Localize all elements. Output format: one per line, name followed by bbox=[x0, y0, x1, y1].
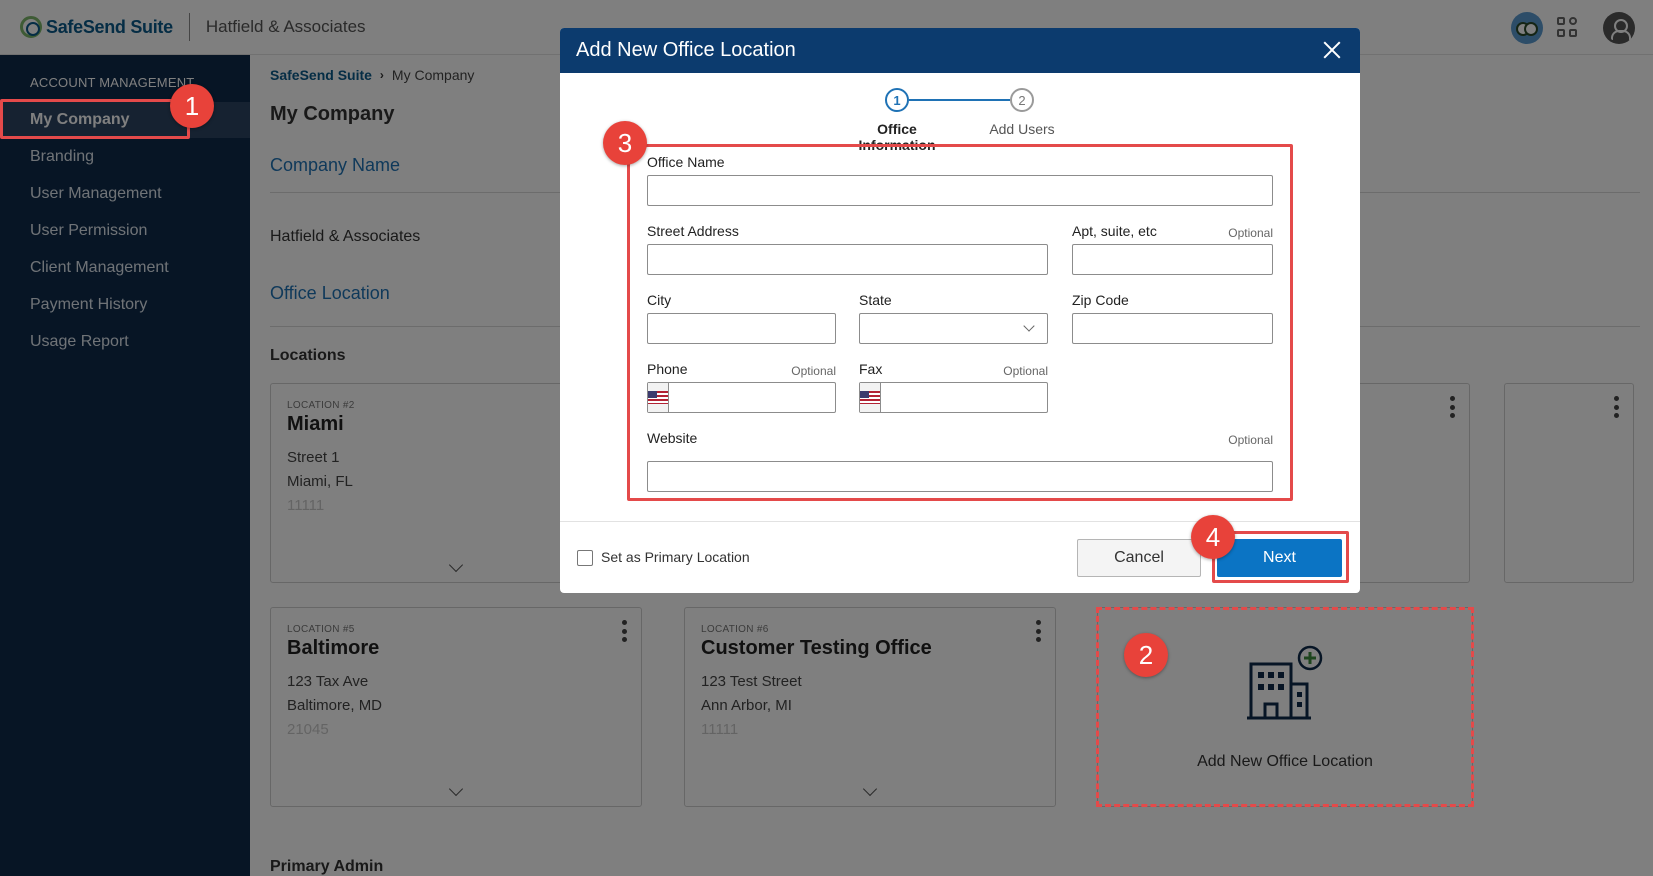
modal-footer-divider bbox=[560, 521, 1360, 522]
stepper: 1 2 Office Information Add Users bbox=[560, 88, 1360, 153]
annotation-callout-4: 4 bbox=[1191, 515, 1235, 559]
annotation-highlight-form bbox=[627, 144, 1293, 501]
annotation-callout-3: 3 bbox=[603, 121, 647, 165]
primary-location-checkbox-label[interactable]: Set as Primary Location bbox=[601, 549, 750, 565]
annotation-callout-1: 1 bbox=[170, 84, 214, 128]
primary-location-checkbox[interactable] bbox=[577, 550, 593, 566]
step-2-indicator: 2 bbox=[1010, 88, 1034, 112]
annotation-callout-2: 2 bbox=[1124, 633, 1168, 677]
annotation-highlight-my-company bbox=[0, 99, 190, 139]
modal-header: Add New Office Location bbox=[560, 28, 1360, 73]
cancel-button[interactable]: Cancel bbox=[1077, 539, 1201, 577]
modal-title: Add New Office Location bbox=[576, 39, 796, 61]
step-1-indicator: 1 bbox=[885, 88, 909, 112]
step-connector bbox=[909, 99, 1010, 101]
step-2-label: Add Users bbox=[989, 121, 1055, 137]
close-icon[interactable] bbox=[1322, 40, 1342, 60]
